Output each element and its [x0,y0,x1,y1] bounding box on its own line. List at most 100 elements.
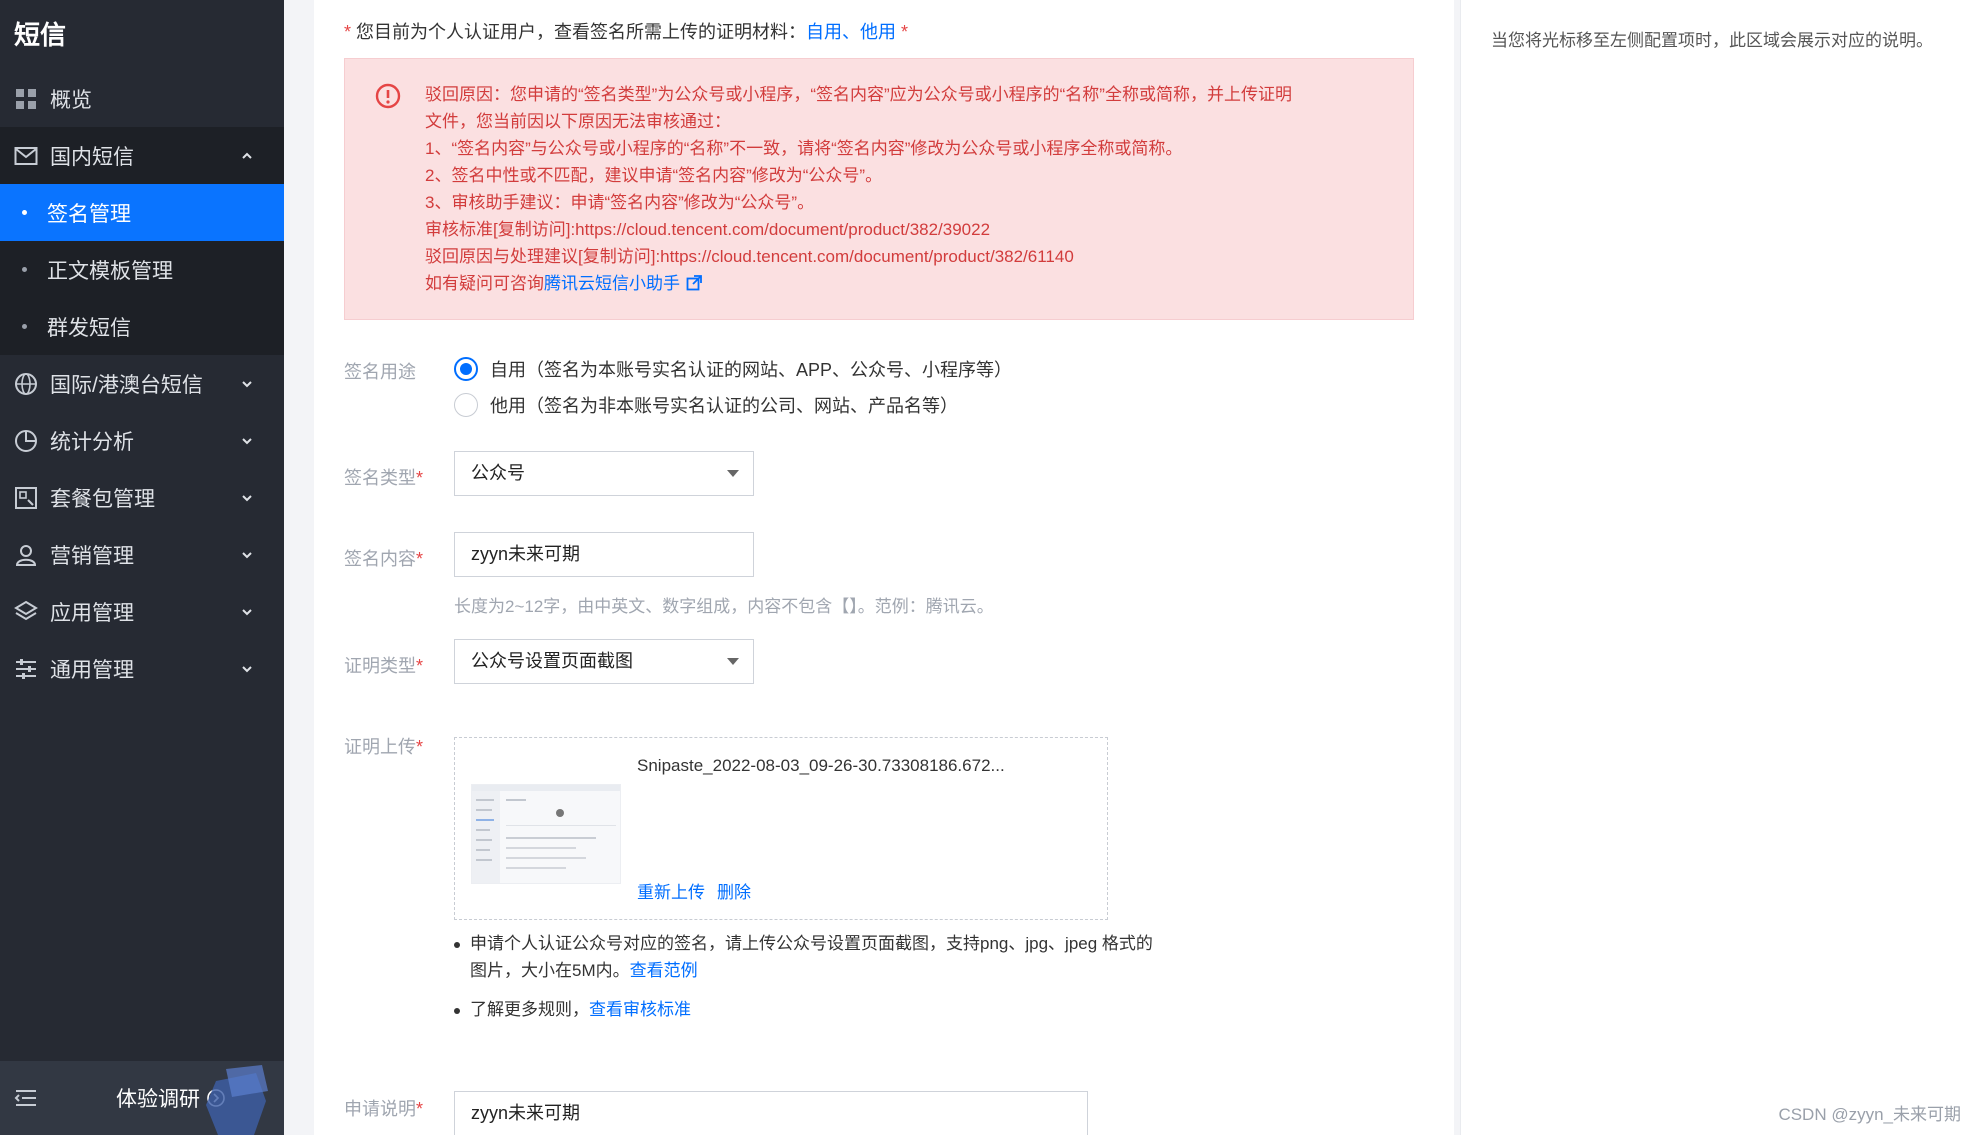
sub-item-signature-management[interactable]: 签名管理 [0,184,284,241]
dropdown-caret-icon [727,470,739,477]
reject-line: 驳回原因：您申请的“签名类型”为公众号或小程序，“签名内容”应为公众号或小程序的… [425,85,1292,104]
delete-link[interactable]: 删除 [717,883,751,902]
required-star: * [416,737,424,757]
warning-icon [375,83,401,109]
help-tip: 当您将光标移至左侧配置项时，此区域会展示对应的说明。 [1491,31,1933,50]
label-text: 签名类型 [344,468,416,488]
reject-reason-text: 驳回原因：您申请的“签名类型”为公众号或小程序，“签名内容”应为公众号或小程序的… [425,81,1395,297]
sign-content-hint: 长度为2~12字，由中英文、数字组成，内容不包含【】。范例：腾讯云。 [454,597,994,616]
required-star: * [901,22,909,42]
chevron-down-icon [242,494,252,501]
overview-icon [14,87,38,111]
label-text: 签名内容 [344,549,416,569]
rule-text: 申请个人认证公众号对应的签名，请上传公众号设置页面截图，支持png、jpg、jp… [470,934,1153,980]
upload-rules: 申请个人认证公众号对应的签名，请上传公众号设置页面截图，支持png、jpg、jp… [454,930,1354,1035]
survey-decoration-icon [206,1065,268,1135]
self-use-link[interactable]: 自用 [806,22,842,42]
notice-separator: 、 [842,22,861,42]
user-icon [14,543,38,567]
radio-label: 他用（签名为非本账号实名认证的公司、网站、产品名等） [490,396,958,416]
reject-line: 审核标准[复制访问]:https://cloud.tencent.com/doc… [425,220,991,239]
sub-item-template-management[interactable]: 正文模板管理 [0,241,284,298]
uploaded-file-name: Snipaste_2022-08-03_09-26-30.73308186.67… [637,756,1005,775]
radio-self-use[interactable]: 自用（签名为本账号实名认证的网站、APP、公众号、小程序等） [454,356,1012,382]
nav-item-general[interactable]: 通用管理 [0,640,284,697]
select-value: 公众号设置页面截图 [471,651,633,671]
layers-icon [14,600,38,624]
sms-assistant-link[interactable]: 腾讯云短信小助手 [544,274,680,293]
nav-item-apps[interactable]: 应用管理 [0,583,284,640]
reject-line: 驳回原因与处理建议[复制访问]:https://cloud.tencent.co… [425,247,1074,266]
consult-prefix: 如有疑问可咨询 [425,274,544,293]
cert-type-label: 证明类型* [344,652,423,678]
view-example-link[interactable]: 查看范例 [630,961,698,980]
sign-content-label: 签名内容* [344,545,423,571]
reject-line: 文件，您当前因以下原因无法审核通过： [425,112,731,131]
radio-label: 自用（签名为本账号实名认证的网站、APP、公众号、小程序等） [490,360,1013,380]
sign-content-input[interactable]: zyyn未来可期 [454,532,754,577]
reupload-link[interactable]: 重新上传 [637,883,705,902]
bullet-dot [22,267,27,272]
notice-text: 您目前为个人认证用户，查看签名所需上传的证明材料： [356,22,807,42]
external-link-icon[interactable] [686,275,702,291]
usage-label: 签名用途 [344,362,416,382]
apply-desc-label: 申请说明* [344,1095,423,1121]
chevron-up-icon [242,152,252,159]
radio-other-use[interactable]: 他用（签名为非本账号实名认证的公司、网站、产品名等） [454,392,958,418]
app-title: 短信 [14,20,67,50]
main-content: * 您目前为个人认证用户，查看签名所需上传的证明材料：自用、他用 * 驳回原因：… [314,0,1454,1135]
sliders-icon [14,657,38,681]
nav-item-overview[interactable]: 概览 [0,70,284,127]
chevron-down-icon [242,380,252,387]
cert-type-select[interactable]: 公众号设置页面截图 [454,639,754,684]
required-star: * [416,1099,424,1119]
sign-type-label: 签名类型* [344,464,423,490]
sub-item-bulk-sms[interactable]: 群发短信 [0,298,284,355]
auth-notice: * 您目前为个人认证用户，查看签名所需上传的证明材料：自用、他用 * [344,18,908,44]
watermark: CSDN @zyyn_未来可期 [1778,1105,1961,1124]
rule-text: 了解更多规则， [470,1000,589,1019]
nav-item-international-sms[interactable]: 国际/港澳台短信 [0,355,284,412]
nav-item-label: 通用管理 [50,658,134,682]
bullet-dot [22,324,27,329]
nav-item-label: 统计分析 [50,430,134,454]
upload-area[interactable]: Snipaste_2022-08-03_09-26-30.73308186.67… [454,737,1108,920]
file-actions: 重新上传 删除 [637,878,763,903]
package-icon [14,486,38,510]
required-star: * [416,468,424,488]
mail-icon [14,144,38,168]
sign-type-select[interactable]: 公众号 [454,451,754,496]
view-review-standard-link[interactable]: 查看审核标准 [589,1000,691,1019]
help-panel: 当您将光标移至左侧配置项时，此区域会展示对应的说明。 [1460,0,1975,1135]
chevron-down-icon [242,608,252,615]
other-use-link[interactable]: 他用 [860,22,896,42]
reject-reason-box: 驳回原因：您申请的“签名类型”为公众号或小程序，“签名内容”应为公众号或小程序的… [344,58,1414,320]
dropdown-caret-icon [727,658,739,665]
rule-item: 了解更多规则，查看审核标准 [454,996,1354,1023]
required-star: * [416,656,424,676]
sub-item-label: 群发短信 [47,316,131,340]
radio-checked-icon[interactable] [454,357,478,381]
apply-desc-input[interactable]: zyyn未来可期 [454,1091,1088,1135]
nav-item-label: 概览 [50,88,92,112]
required-star: * [416,549,424,569]
globe-icon [14,372,38,396]
chevron-down-icon [242,551,252,558]
nav-item-label: 营销管理 [50,544,134,568]
nav-item-statistics[interactable]: 统计分析 [0,412,284,469]
sub-item-label: 签名管理 [47,202,131,226]
reject-line: 1、“签名内容”与公众号或小程序的“名称”不一致，请将“签名内容”修改为公众号或… [425,139,1183,158]
radio-unchecked-icon[interactable] [454,393,478,417]
nav-item-marketing[interactable]: 营销管理 [0,526,284,583]
collapse-menu-icon[interactable] [14,1087,38,1109]
nav-item-domestic-sms[interactable]: 国内短信 [0,127,284,184]
cert-upload-label: 证明上传* [344,733,423,759]
label-text: 申请说明 [344,1099,416,1119]
consult-line: 如有疑问可咨询腾讯云短信小助手 [425,270,1395,297]
chevron-down-icon [242,437,252,444]
required-star: * [344,22,352,42]
sidebar-footer: 体验调研 [0,1061,284,1135]
upload-thumbnail [471,784,621,884]
nav-item-package[interactable]: 套餐包管理 [0,469,284,526]
pie-chart-icon [14,429,38,453]
